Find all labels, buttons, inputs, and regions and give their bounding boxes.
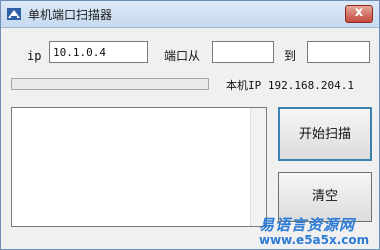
window-title: 单机端口扫描器 (28, 8, 113, 22)
results-list[interactable] (11, 107, 267, 227)
title-bar[interactable]: 单机端口扫描器 x (1, 1, 379, 28)
port-end-input[interactable] (307, 41, 370, 63)
results-scrollbar[interactable] (250, 108, 266, 226)
scan-progress-bar (11, 78, 209, 90)
app-window: 单机端口扫描器 x ip 10.1.0.4 端口从 到 本机IP 192.168… (0, 0, 380, 250)
ip-label: ip (27, 49, 42, 63)
start-scan-button[interactable]: 开始扫描 (278, 107, 372, 161)
close-button[interactable]: x (345, 5, 373, 23)
port-to-label: 到 (284, 49, 297, 63)
watermark-url: www.e5a5x.com (259, 233, 370, 247)
close-icon: x (354, 5, 364, 20)
port-start-input[interactable] (212, 41, 274, 63)
local-ip-text: 本机IP 192.168.204.1 (226, 79, 354, 92)
port-from-label: 端口从 (164, 49, 201, 63)
watermark-site-name: 易语言资源网 (259, 216, 356, 234)
ip-input[interactable]: 10.1.0.4 (49, 41, 148, 63)
scanner-app-icon (7, 8, 21, 20)
